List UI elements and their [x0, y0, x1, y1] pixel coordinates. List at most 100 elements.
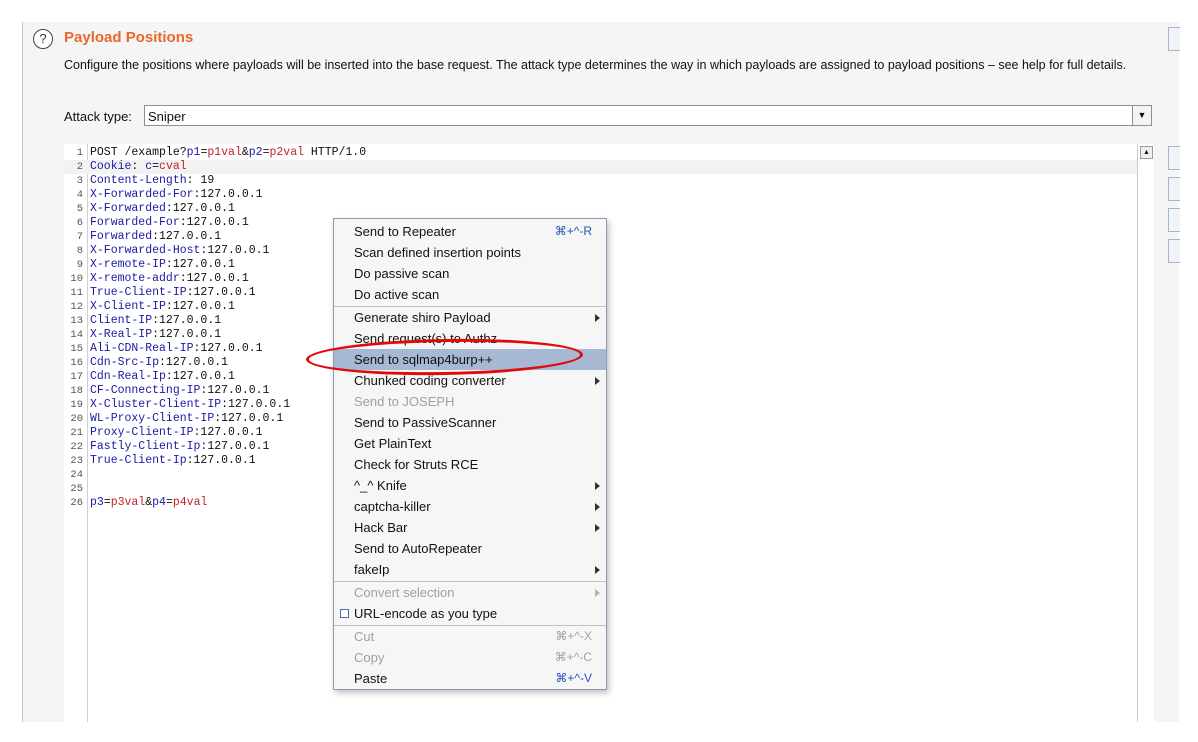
menu-item-do-active-scan[interactable]: Do active scan	[334, 284, 606, 305]
line-code: Ali-CDN-Real-IP:127.0.0.1	[90, 342, 263, 356]
token-value: p1val	[207, 146, 242, 159]
menu-item-label: Hack Bar	[354, 520, 408, 535]
menu-item-send-to-passivescanner[interactable]: Send to PassiveScanner	[334, 412, 606, 433]
line-code: X-Cluster-Client-IP:127.0.0.1	[90, 398, 290, 412]
line-code: Forwarded-For:127.0.0.1	[90, 216, 249, 230]
line-code: Proxy-Client-IP:127.0.0.1	[90, 426, 263, 440]
token-text: =	[165, 496, 173, 509]
token-text: :127.0.0.1	[200, 440, 270, 453]
auto-marker-button[interactable]	[1168, 208, 1180, 232]
token-name: WL-Proxy-Client-IP	[90, 412, 215, 425]
refresh-button[interactable]	[1168, 239, 1180, 263]
menu-item-send-to-autorepeater[interactable]: Send to AutoRepeater	[334, 538, 606, 559]
code-line[interactable]: 4 X-Forwarded-For:127.0.0.1	[64, 188, 1137, 202]
menu-item-send-to-joseph: Send to JOSEPH	[334, 391, 606, 412]
menu-item-get-plaintext[interactable]: Get PlainText	[334, 433, 606, 454]
menu-item-hack-bar[interactable]: Hack Bar	[334, 517, 606, 538]
menu-item-knife[interactable]: ^_^ Knife	[334, 475, 606, 496]
line-code: CF-Connecting-IP:127.0.0.1	[90, 384, 269, 398]
line-number: 8	[76, 245, 83, 257]
menu-item-send-to-sqlmap4burp[interactable]: Send to sqlmap4burp++	[334, 349, 606, 370]
token-text: POST /example?	[90, 146, 187, 159]
menu-item-do-passive-scan[interactable]: Do passive scan	[334, 263, 606, 284]
chevron-down-icon[interactable]: ▼	[1132, 106, 1151, 125]
menu-item-label: Send to JOSEPH	[354, 394, 455, 409]
menu-item-label: Send to AutoRepeater	[354, 541, 482, 556]
token-value: cval	[159, 160, 187, 173]
menu-item-label: fakeIp	[354, 562, 390, 577]
token-text: :127.0.0.1	[221, 398, 291, 411]
shortcut-label: ⌘+^-V	[555, 671, 592, 685]
menu-item-label: Send to Repeater	[354, 224, 456, 239]
shortcut-label: ⌘+^-X	[555, 629, 592, 643]
token-text: :127.0.0.1	[165, 202, 235, 215]
menu-item-label: Do active scan	[354, 287, 440, 302]
side-button-top[interactable]	[1168, 27, 1180, 51]
submenu-arrow-icon	[595, 566, 600, 574]
code-line[interactable]: 5 X-Forwarded:127.0.0.1	[64, 202, 1137, 216]
token-text: :127.0.0.1	[186, 286, 256, 299]
token-name: Proxy-Client-IP	[90, 426, 194, 439]
line-number: 22	[70, 441, 83, 453]
line-number: 7	[76, 231, 83, 243]
line-number: 12	[70, 301, 83, 313]
menu-item-send-request-s-to-authz[interactable]: Send request(s) to Authz	[334, 328, 606, 349]
menu-item-cut: Cut ⌘+^-X	[334, 626, 606, 647]
token-text: :127.0.0.1	[193, 426, 263, 439]
menu-item-label: Check for Struts RCE	[354, 457, 479, 472]
menu-item-captcha-killer[interactable]: captcha-killer	[334, 496, 606, 517]
menu-item-fakeip[interactable]: fakeIp	[334, 559, 606, 580]
menu-item-chunked-coding-converter[interactable]: Chunked coding converter	[334, 370, 606, 391]
submenu-arrow-icon	[595, 377, 600, 385]
add-marker-button[interactable]	[1168, 146, 1180, 170]
scroll-up-icon[interactable]: ▲	[1140, 146, 1153, 159]
panel-description: Configure the positions where payloads w…	[64, 58, 1127, 72]
line-number: 16	[70, 357, 83, 369]
line-number: 17	[70, 371, 83, 383]
menu-item-url-encode-as-you-type[interactable]: URL-encode as you type	[334, 603, 606, 624]
token-text: &	[241, 146, 249, 159]
token-name: p3	[90, 496, 104, 509]
line-number: 23	[70, 455, 83, 467]
token-text: =	[152, 160, 160, 173]
checkbox-icon[interactable]	[340, 609, 349, 618]
token-text: :127.0.0.1	[193, 188, 263, 201]
attack-type-select[interactable]: Sniper ▼	[144, 105, 1152, 126]
token-text: :127.0.0.1	[165, 300, 235, 313]
line-number: 20	[70, 413, 83, 425]
token-text: :127.0.0.1	[193, 342, 263, 355]
clear-marker-button[interactable]	[1168, 177, 1180, 201]
line-code: POST /example?p1=p1val&p2=p2val HTTP/1.0	[90, 146, 366, 160]
token-value: p3val	[110, 496, 146, 509]
shortcut-label: ⌘+^-R	[554, 224, 592, 238]
line-code: Forwarded:127.0.0.1	[90, 230, 221, 244]
line-number: 3	[76, 175, 83, 187]
line-code: X-remote-IP:127.0.0.1	[90, 258, 235, 272]
submenu-arrow-icon	[595, 503, 600, 511]
menu-item-generate-shiro-payload[interactable]: Generate shiro Payload	[334, 307, 606, 328]
token-text: :127.0.0.1	[159, 356, 229, 369]
line-code: X-Forwarded-Host:127.0.0.1	[90, 244, 269, 258]
code-line[interactable]: 1 POST /example?p1=p1val&p2=p2val HTTP/1.…	[64, 146, 1137, 160]
line-code: True-Client-Ip:127.0.0.1	[90, 454, 256, 468]
help-icon[interactable]: ?	[33, 29, 53, 49]
menu-item-send-to-repeater[interactable]: Send to Repeater ⌘+^-R	[334, 221, 606, 242]
token-name: X-Forwarded-For	[90, 188, 194, 201]
menu-item-scan-defined-insertion-points[interactable]: Scan defined insertion points	[334, 242, 606, 263]
code-line[interactable]: 2 Cookie: c=cval	[64, 160, 1137, 174]
submenu-arrow-icon	[595, 314, 600, 322]
token-text: =	[103, 496, 111, 509]
line-code: X-Client-IP:127.0.0.1	[90, 300, 235, 314]
menu-item-paste[interactable]: Paste ⌘+^-V	[334, 668, 606, 689]
code-line[interactable]: 3 Content-Length: 19	[64, 174, 1137, 188]
line-number: 1	[76, 147, 83, 159]
editor-scrollbar[interactable]: ▲	[1137, 144, 1154, 722]
menu-item-check-for-struts-rce[interactable]: Check for Struts RCE	[334, 454, 606, 475]
line-code: X-Forwarded-For:127.0.0.1	[90, 188, 263, 202]
token-name: p2	[248, 146, 263, 159]
token-name: X-Client-IP	[90, 300, 166, 313]
line-code: Fastly-Client-Ip:127.0.0.1	[90, 440, 269, 454]
token-value: p4val	[172, 496, 208, 509]
line-code: X-Forwarded:127.0.0.1	[90, 202, 235, 216]
menu-item-label: Paste	[354, 671, 388, 686]
